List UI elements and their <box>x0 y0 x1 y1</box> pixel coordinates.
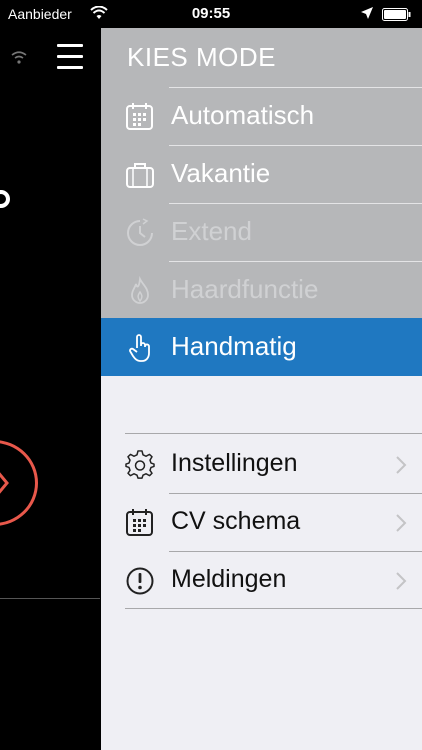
flame-icon <box>125 275 155 306</box>
row-separator <box>169 261 422 262</box>
mode-item-haardfunctie[interactable]: Haardfunctie <box>101 261 422 319</box>
calendar-icon <box>125 508 155 538</box>
mode-section: KIES MODE Automatisch Vakantie Extend Ha… <box>101 28 422 376</box>
settings-item-instellingen[interactable]: Instellingen <box>101 435 422 493</box>
settings-label: Instellingen <box>171 449 298 477</box>
chevron-right-icon <box>394 455 408 475</box>
calendar-icon <box>125 102 155 132</box>
settings-top-separator <box>125 433 422 434</box>
mode-label: Automatisch <box>171 100 315 130</box>
row-separator <box>169 87 422 88</box>
play-button[interactable] <box>0 440 38 526</box>
settings-label: CV schema <box>171 507 301 535</box>
hamburger-menu-icon[interactable] <box>57 42 83 72</box>
settings-item-meldingen[interactable]: Meldingen <box>101 551 422 609</box>
connection-icon <box>10 50 28 69</box>
mode-label: Vakantie <box>171 158 271 188</box>
degree-indicator <box>0 190 10 208</box>
alert-icon <box>125 566 155 596</box>
mode-item-vakantie[interactable]: Vakantie <box>101 145 422 203</box>
location-arrow-icon <box>360 6 374 23</box>
mode-item-extend[interactable]: Extend <box>101 203 422 261</box>
clock-time: 09:55 <box>191 5 231 22</box>
mode-label: Extend <box>171 216 252 246</box>
settings-item-cv-schema[interactable]: CV schema <box>101 493 422 551</box>
chevron-right-icon <box>394 571 408 591</box>
settings-label: Meldingen <box>171 565 287 593</box>
side-drawer: KIES MODE Automatisch Vakantie Extend Ha… <box>101 28 422 750</box>
row-separator <box>169 551 422 552</box>
gear-icon <box>125 450 155 480</box>
settings-bottom-separator <box>125 608 422 609</box>
status-bar: Aanbieder 09:55 <box>0 0 422 28</box>
hand-pointer-icon <box>125 333 155 363</box>
chevron-right-icon <box>394 513 408 533</box>
row-separator <box>169 145 422 146</box>
battery-icon <box>382 8 412 21</box>
mode-section-title: KIES MODE <box>127 42 276 72</box>
mode-item-handmatig[interactable]: Handmatig <box>101 318 422 376</box>
clock-icon <box>125 218 155 248</box>
divider <box>0 598 100 599</box>
row-separator <box>169 203 422 204</box>
mode-label: Handmatig <box>171 331 297 361</box>
mode-label: Haardfunctie <box>171 274 319 304</box>
mode-item-automatisch[interactable]: Automatisch <box>101 87 422 145</box>
row-separator <box>169 493 422 494</box>
main-screen-background <box>0 28 101 750</box>
suitcase-icon <box>125 160 155 190</box>
